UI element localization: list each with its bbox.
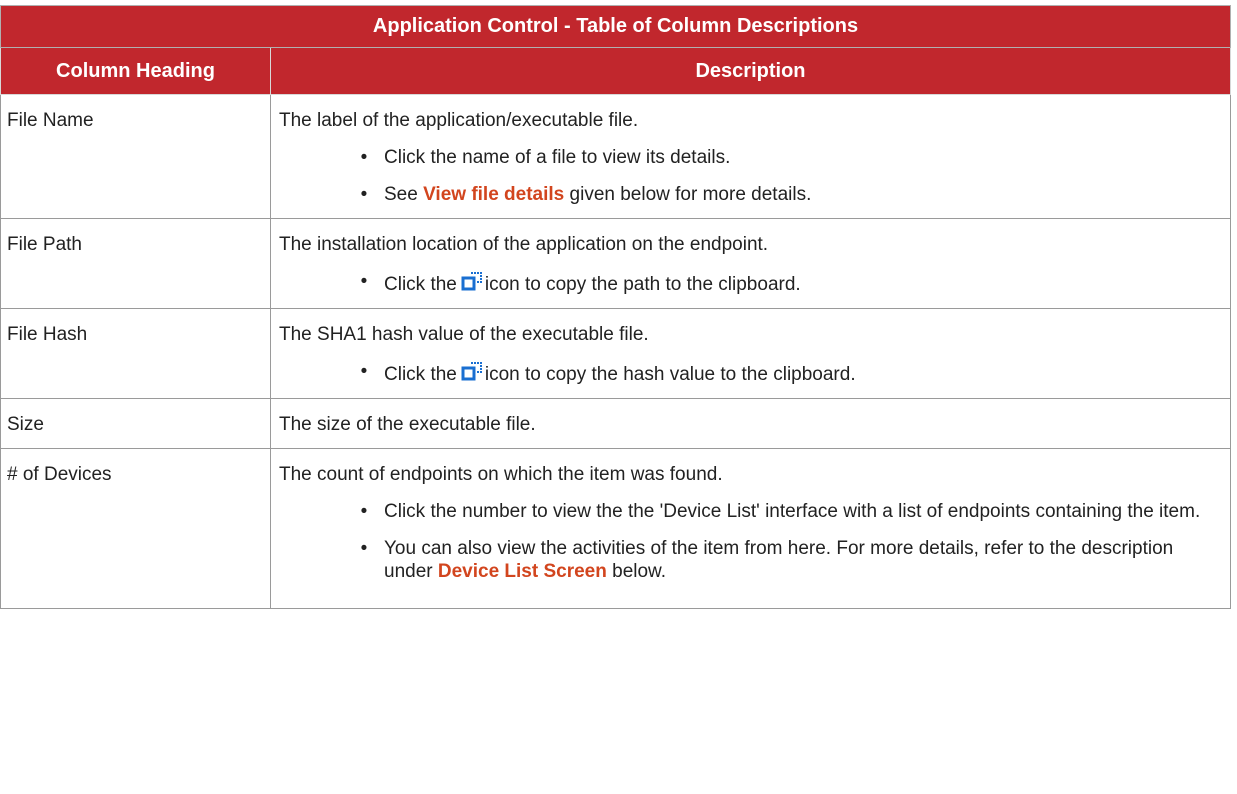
- column-heading-header: Column Heading: [0, 47, 271, 95]
- bullet-text: Click the number to view the the 'Device…: [384, 501, 1201, 522]
- bullet-text-suffix: icon to copy the path to the clipboard.: [484, 274, 801, 295]
- description-text: The label of the application/executable …: [279, 110, 639, 131]
- list-item: • Click the number to view the the 'Devi…: [279, 500, 1220, 523]
- row-description-size: The size of the executable file.: [270, 398, 1231, 449]
- row-description-file-name: The label of the application/executable …: [270, 94, 1231, 219]
- row-heading-file-path: File Path: [0, 218, 271, 309]
- table-row: # of Devices The count of endpoints on w…: [0, 448, 1231, 609]
- table-row: File Hash The SHA1 hash value of the exe…: [0, 308, 1231, 399]
- list-item: • Click the icon to copy the path to the …: [279, 270, 1220, 296]
- description-text: The installation location of the applica…: [279, 234, 769, 255]
- bullet-glyph: •: [360, 184, 368, 205]
- row-description-devices: The count of endpoints on which the item…: [270, 448, 1231, 609]
- table-header-row: Column Heading Description: [0, 47, 1231, 95]
- column-descriptions-table: Application Control - Table of Column De…: [0, 5, 1231, 609]
- bullet-text: Click the name of a file to view its det…: [384, 147, 731, 168]
- bullet-list: • Click the icon to copy the path to the …: [279, 270, 1220, 296]
- list-item: • See View file details given below for …: [279, 183, 1220, 206]
- list-item: • Click the icon to copy the hash value t…: [279, 360, 1220, 386]
- row-heading-file-hash: File Hash: [0, 308, 271, 399]
- bullet-text-suffix: icon to copy the hash value to the clipb…: [484, 364, 856, 385]
- row-description-file-path: The installation location of the applica…: [270, 218, 1231, 309]
- bullet-glyph: •: [360, 271, 368, 292]
- copy-to-clipboard-icon: [461, 270, 483, 292]
- bullet-glyph: •: [360, 361, 368, 382]
- bullet-glyph: •: [360, 501, 368, 522]
- row-heading-devices: # of Devices: [0, 448, 271, 609]
- description-text: The size of the executable file.: [279, 414, 536, 435]
- table-title: Application Control - Table of Column De…: [0, 5, 1231, 48]
- copy-to-clipboard-icon: [461, 360, 483, 382]
- column-descriptions-table-wrapper: Application Control - Table of Column De…: [0, 5, 1237, 609]
- description-text: The count of endpoints on which the item…: [279, 464, 723, 485]
- device-list-screen-link[interactable]: Device List Screen: [438, 561, 607, 582]
- row-heading-size: Size: [0, 398, 271, 449]
- description-text: The SHA1 hash value of the executable fi…: [279, 324, 649, 345]
- row-heading-file-name: File Name: [0, 94, 271, 219]
- bullet-text-prefix: Click the: [384, 274, 457, 295]
- list-item: • Click the name of a file to view its d…: [279, 146, 1220, 169]
- table-row: File Name The label of the application/e…: [0, 94, 1231, 219]
- bullet-list: • Click the number to view the the 'Devi…: [279, 500, 1220, 583]
- bullet-text-suffix: given below for more details.: [564, 184, 812, 205]
- bullet-glyph: •: [360, 147, 368, 168]
- table-row: Size The size of the executable file.: [0, 398, 1231, 449]
- table-row: File Path The installation location of t…: [0, 218, 1231, 309]
- description-header: Description: [270, 47, 1231, 95]
- bullet-list: • Click the name of a file to view its d…: [279, 146, 1220, 206]
- bullet-list: • Click the icon to copy the hash value t…: [279, 360, 1220, 386]
- bullet-text-prefix: Click the: [384, 364, 457, 385]
- table-title-row: Application Control - Table of Column De…: [0, 5, 1231, 48]
- bullet-glyph: •: [360, 538, 368, 559]
- bullet-text-suffix: below.: [606, 561, 667, 582]
- bullet-text-prefix: See: [384, 184, 424, 205]
- list-item: • You can also view the activities of th…: [279, 537, 1220, 583]
- row-description-file-hash: The SHA1 hash value of the executable fi…: [270, 308, 1231, 399]
- view-file-details-link[interactable]: View file details: [423, 184, 564, 205]
